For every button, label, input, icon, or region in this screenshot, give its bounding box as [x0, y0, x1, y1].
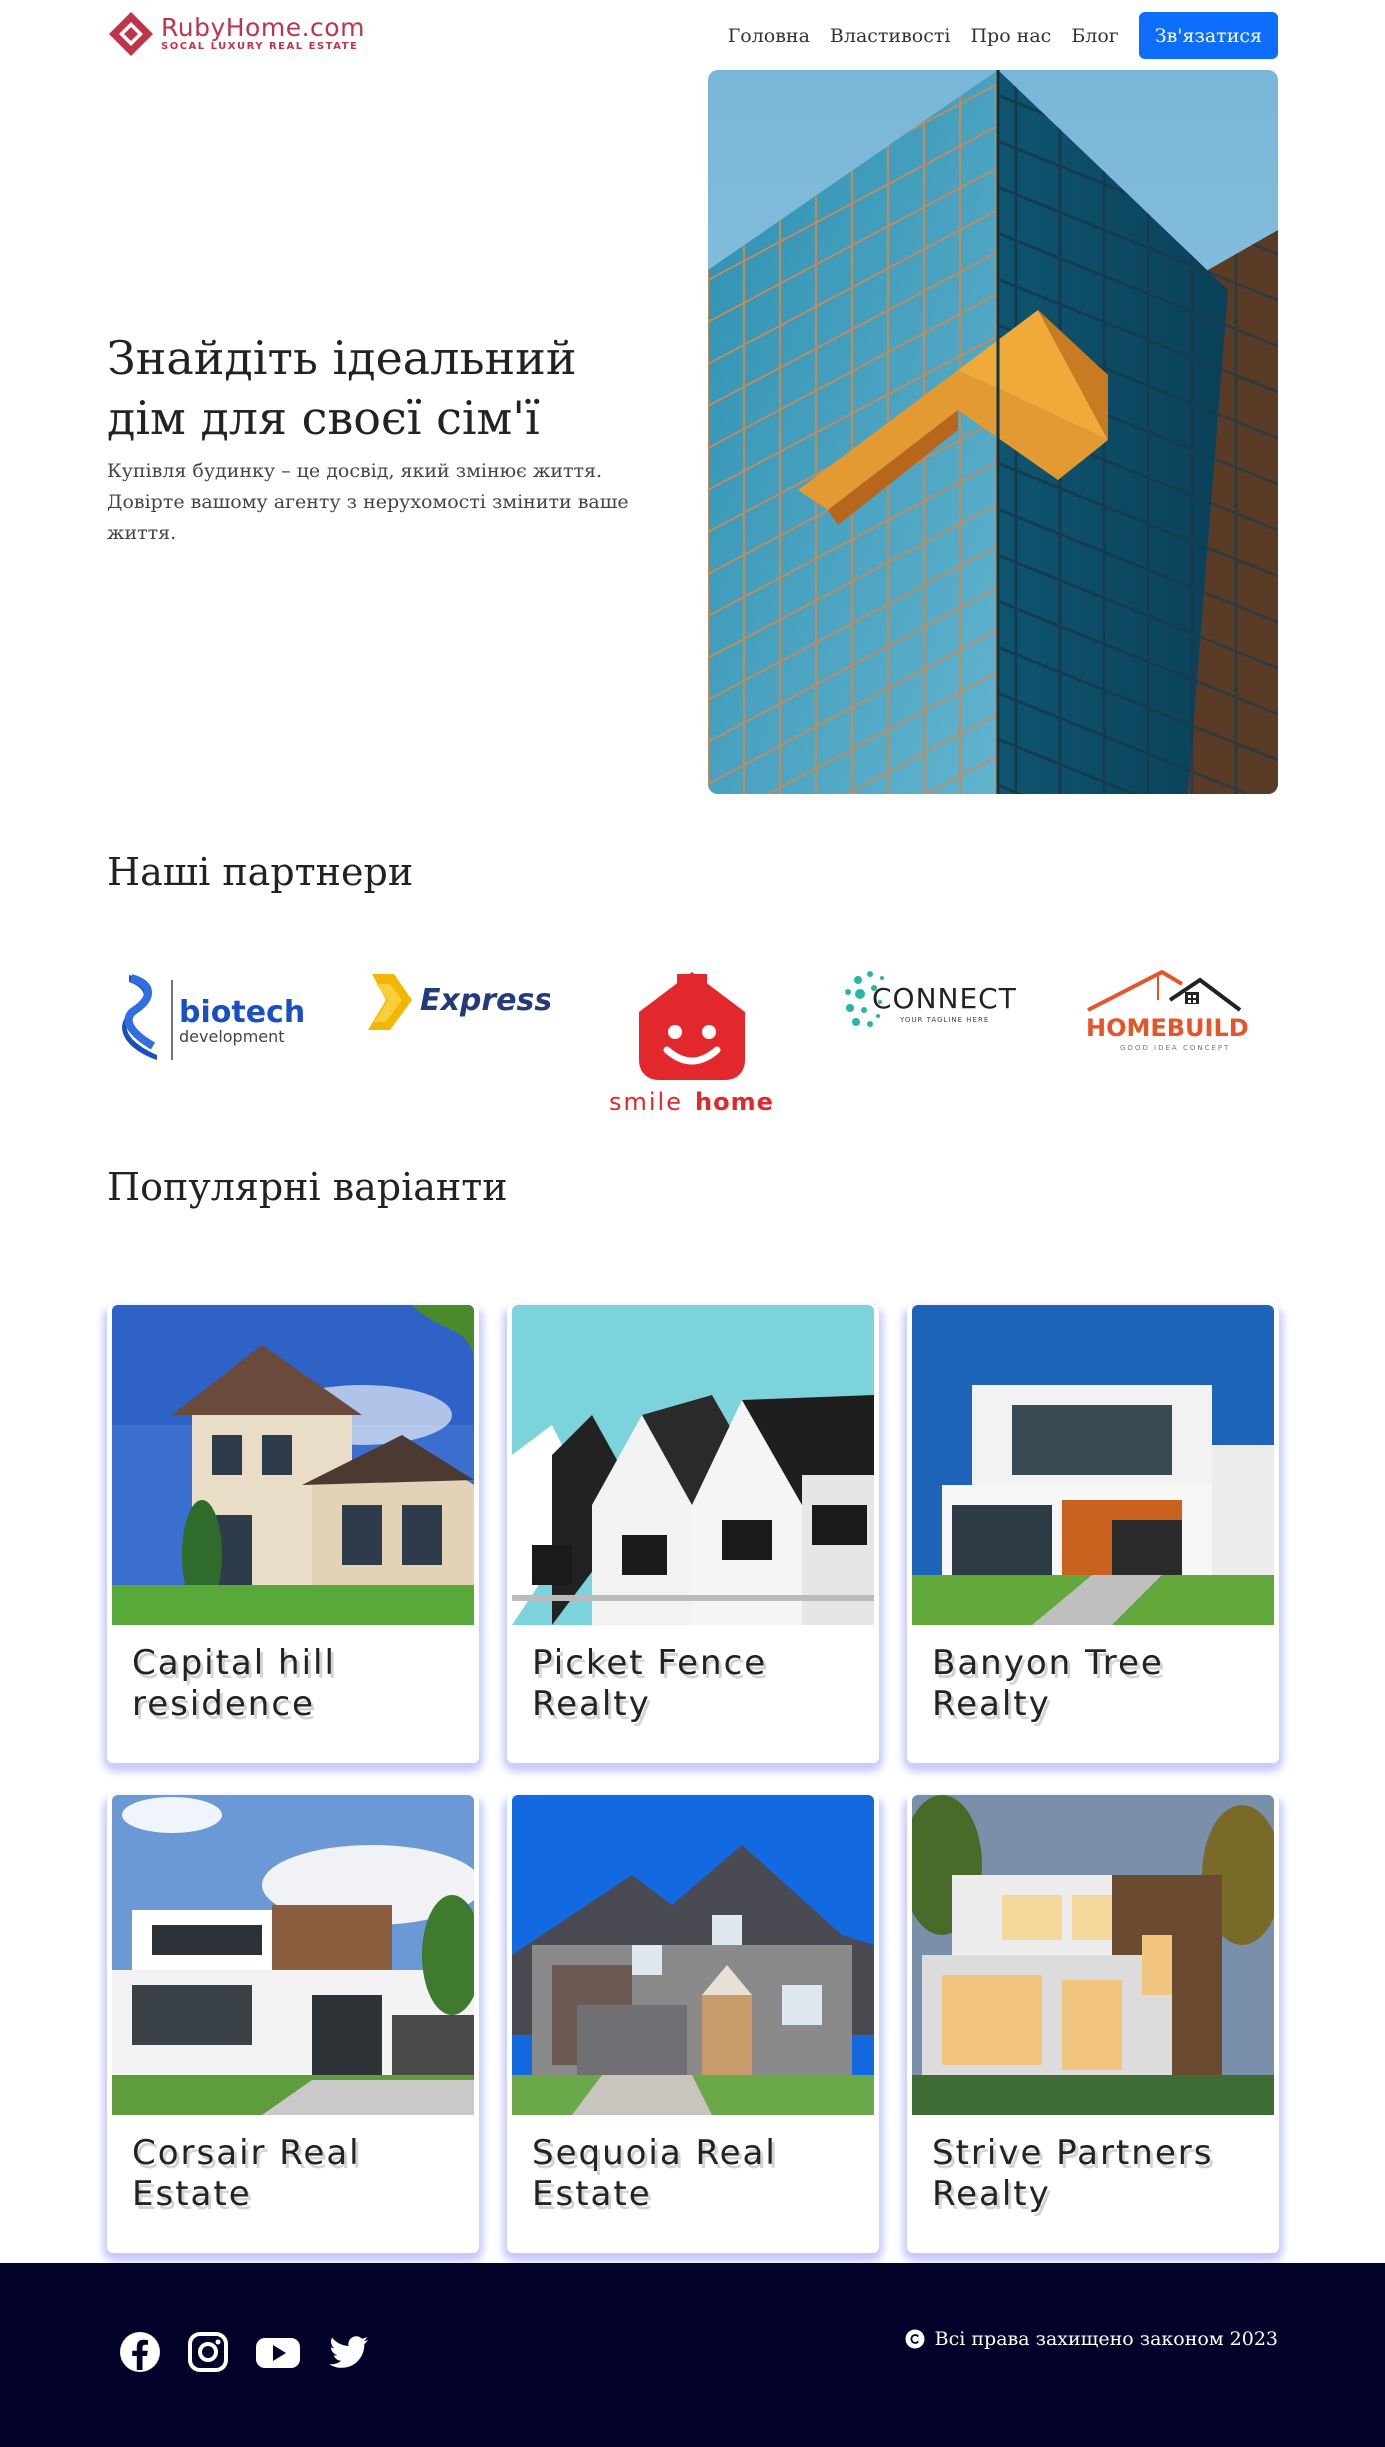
biotech-logo-icon: biotech development [122, 974, 305, 1060]
main-menu: Головна Властивості Про нас Блог Зв'язат… [728, 12, 1278, 59]
twitter-icon[interactable] [328, 2330, 372, 2374]
connect-logo-icon: CONNECT YOUR TAGLINE HERE [845, 971, 1017, 1027]
hero-subtitle: Купівля будинку – це досвід, який змінює… [107, 460, 629, 544]
partners-title: Наші партнери [107, 850, 414, 894]
partner-logo-connect[interactable]: CONNECT YOUR TAGLINE HERE [840, 960, 1030, 1120]
property-image [912, 1795, 1274, 2115]
facebook-icon[interactable] [118, 2330, 162, 2374]
nav-link-blog[interactable]: Блог [1071, 25, 1118, 47]
property-image [912, 1305, 1274, 1625]
partner-logo-biotech[interactable]: biotech development [117, 960, 307, 1120]
youtube-icon[interactable] [254, 2330, 302, 2374]
express-logo-icon: Express [368, 974, 552, 1030]
brand-name: RubyHome.com [161, 13, 365, 42]
property-image [512, 1305, 874, 1625]
property-title: Sequoia Real Estate [532, 2133, 777, 2214]
contact-button[interactable]: Зв'язатися [1138, 12, 1278, 59]
property-card[interactable]: Sequoia Real Estate [507, 1795, 879, 2253]
svg-text:CONNECT: CONNECT [872, 982, 1017, 1015]
svg-text:YOUR TAGLINE HERE: YOUR TAGLINE HERE [899, 1016, 989, 1024]
navbar: RubyHome.com SOCAL LUXURY REAL ESTATE Го… [0, 0, 1385, 68]
nav-link-about[interactable]: Про нас [970, 25, 1051, 47]
hero-building-image [708, 70, 1278, 794]
property-card[interactable]: Capital hill residence [107, 1305, 479, 1763]
property-title: Corsair Real Estate [132, 2133, 361, 2214]
svg-text:development: development [179, 1027, 285, 1046]
brand-tagline: SOCAL LUXURY REAL ESTATE [161, 41, 359, 52]
property-title: Strive Partners Realty [932, 2133, 1214, 2214]
copyright: Всі права захищено законом 2023 [905, 2328, 1278, 2350]
property-card[interactable]: Strive Partners Realty [907, 1795, 1279, 2253]
popular-title: Популярні варіанти [107, 1165, 508, 1209]
property-image [112, 1795, 474, 2115]
property-card[interactable]: Picket Fence Realty [507, 1305, 879, 1763]
svg-text:smile: smile [609, 1088, 683, 1116]
svg-text:home: home [695, 1088, 774, 1116]
svg-text:HOMEBUILD: HOMEBUILD [1086, 1014, 1249, 1042]
brand-logo[interactable]: RubyHome.com SOCAL LUXURY REAL ESTATE [107, 10, 365, 58]
smilehome-logo-icon: smile home [609, 972, 774, 1116]
nav-link-home[interactable]: Головна [728, 25, 810, 47]
svg-text:biotech: biotech [179, 995, 305, 1030]
nav-link-properties[interactable]: Властивості [830, 25, 951, 47]
property-title: Capital hill residence [132, 1643, 336, 1724]
partner-logo-express[interactable]: Express [360, 960, 552, 1120]
property-image [112, 1305, 474, 1625]
ruby-diamond-icon [109, 12, 153, 56]
property-card[interactable]: Banyon Tree Realty [907, 1305, 1279, 1763]
property-card[interactable]: Corsair Real Estate [107, 1795, 479, 2253]
copyright-text: Всі права захищено законом 2023 [934, 2328, 1278, 2350]
property-title: Picket Fence Realty [532, 1643, 768, 1724]
copyright-icon [905, 2329, 925, 2349]
partner-logo-smilehome[interactable]: smile home [597, 960, 787, 1120]
hero-title: Знайдіть ідеальний дім для своєї сім'ї [107, 331, 577, 445]
partner-logo-homebuild[interactable]: HOMEBUILD GOOD IDEA CONCEPT [1080, 960, 1270, 1120]
instagram-icon[interactable] [186, 2330, 230, 2374]
homebuild-logo-icon: HOMEBUILD GOOD IDEA CONCEPT [1086, 969, 1249, 1052]
svg-text:GOOD IDEA CONCEPT: GOOD IDEA CONCEPT [1120, 1044, 1230, 1052]
svg-text:Express: Express [420, 983, 550, 1018]
property-title: Banyon Tree Realty [932, 1643, 1164, 1724]
property-image [512, 1795, 874, 2115]
